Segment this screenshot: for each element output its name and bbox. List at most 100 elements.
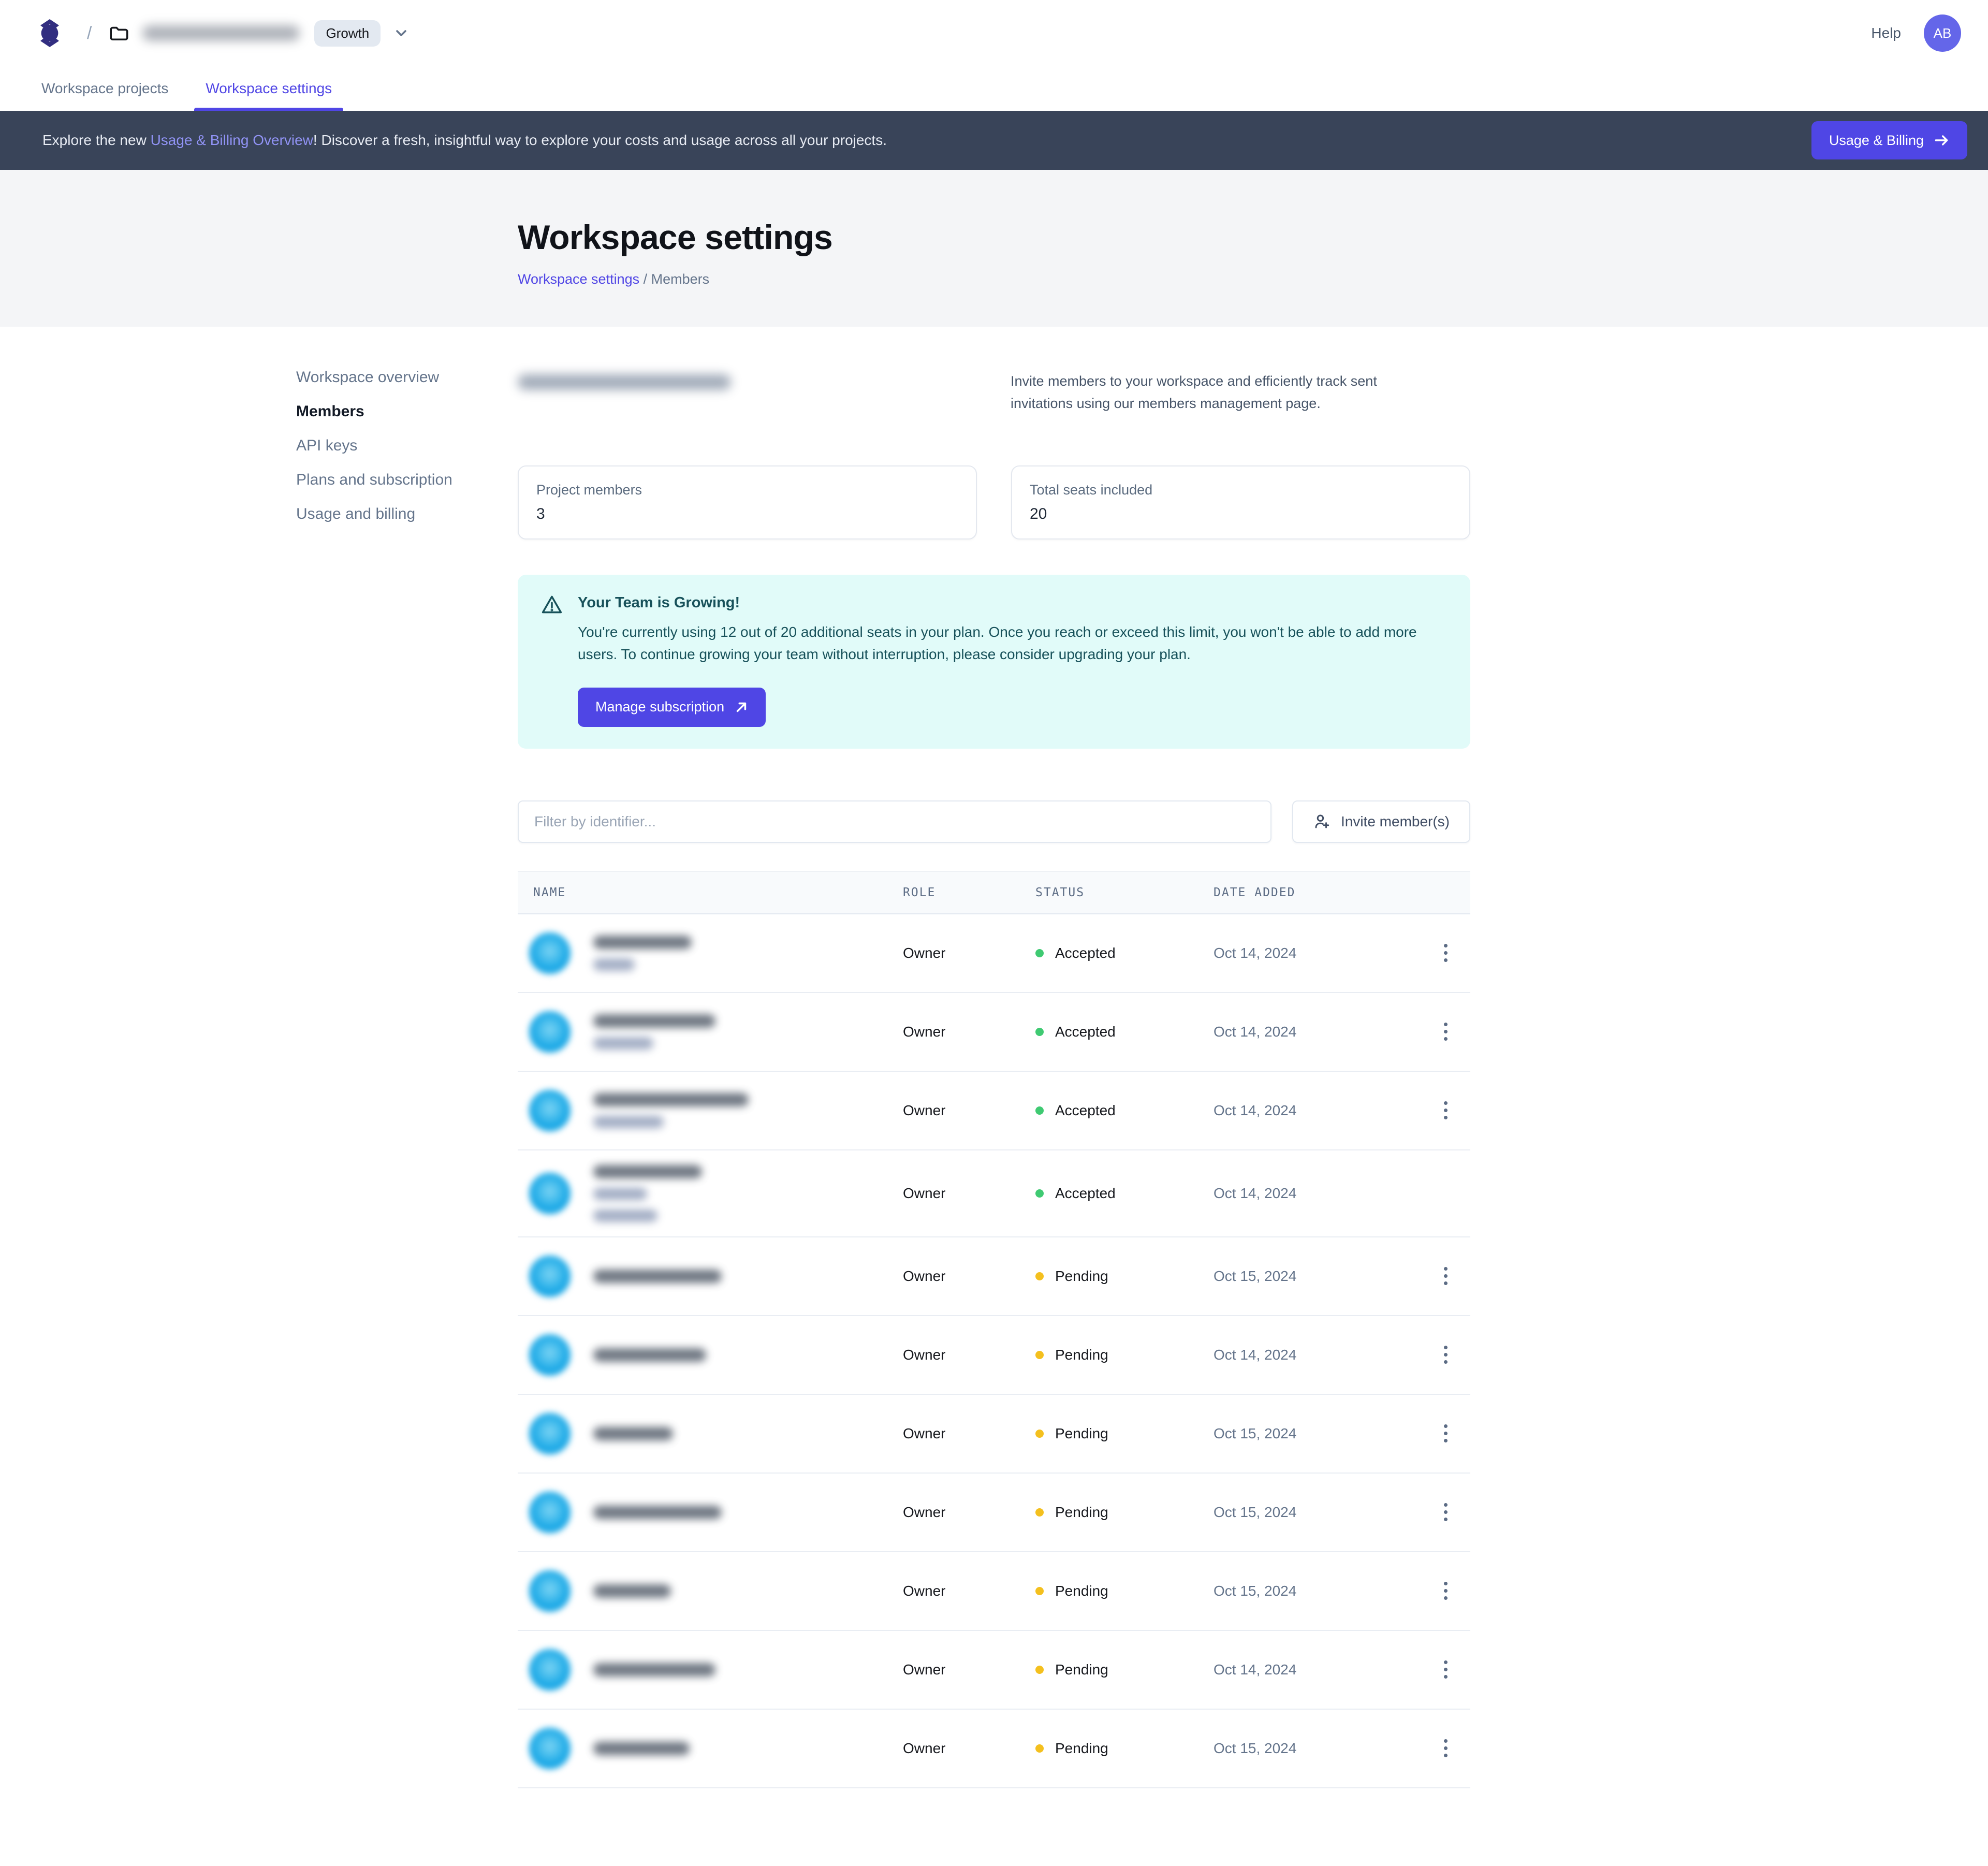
member-email-redacted (593, 1014, 715, 1028)
row-actions-menu-icon[interactable] (1438, 938, 1454, 968)
column-header-status: STATUS (1035, 886, 1214, 899)
filter-input[interactable] (518, 800, 1271, 843)
sidebar-item-api-keys[interactable]: API keys (296, 436, 498, 455)
member-name-cell (518, 1649, 903, 1690)
member-avatar (529, 1649, 571, 1690)
member-username-redacted (593, 1209, 657, 1222)
member-username-redacted (593, 1037, 653, 1049)
usage-billing-button-label: Usage & Billing (1829, 133, 1924, 149)
member-status: Pending (1035, 1268, 1214, 1285)
row-actions-menu-icon[interactable] (1438, 1418, 1454, 1449)
member-role: Owner (903, 1347, 1035, 1363)
user-avatar[interactable]: AB (1924, 14, 1961, 52)
table-row: OwnerPendingOct 14, 2024 (518, 1631, 1470, 1710)
usage-billing-button[interactable]: Usage & Billing (1811, 121, 1967, 159)
member-name-cell (518, 1165, 903, 1222)
folder-icon (108, 22, 130, 44)
workspace-tabs: Workspace projects Workspace settings (0, 66, 1988, 111)
row-actions-menu-icon[interactable] (1438, 1339, 1454, 1370)
member-status: Pending (1035, 1583, 1214, 1599)
member-email-redacted (593, 1663, 715, 1677)
status-dot-accepted (1035, 1189, 1044, 1198)
chevron-down-icon[interactable] (393, 25, 410, 41)
member-email-redacted (593, 1584, 671, 1598)
member-email-redacted (593, 1506, 722, 1519)
status-label: Pending (1055, 1661, 1108, 1678)
row-actions-menu-icon[interactable] (1438, 1497, 1454, 1527)
member-email-redacted (593, 1427, 673, 1440)
member-email-redacted (593, 1742, 690, 1755)
stat-label: Total seats included (1030, 482, 1452, 498)
banner-text: Explore the new Usage & Billing Overview… (42, 132, 887, 149)
sidebar-item-members[interactable]: Members (296, 402, 498, 421)
members-section-title-redacted (518, 374, 731, 390)
status-dot-accepted (1035, 1106, 1044, 1115)
breadcrumb-workspace-settings-link[interactable]: Workspace settings (518, 271, 639, 287)
breadcrumb-separator: / (644, 271, 651, 287)
sidebar-item-workspace-overview[interactable]: Workspace overview (296, 368, 498, 387)
tab-workspace-settings[interactable]: Workspace settings (206, 66, 332, 111)
top-navbar: / Growth Help AB (0, 0, 1988, 66)
table-row: OwnerPendingOct 15, 2024 (518, 1474, 1470, 1552)
sidebar-item-plans-and-subscription[interactable]: Plans and subscription (296, 471, 498, 489)
invite-members-button[interactable]: Invite member(s) (1292, 800, 1470, 843)
table-row: OwnerPendingOct 14, 2024 (518, 1316, 1470, 1395)
table-row: OwnerPendingOct 15, 2024 (518, 1395, 1470, 1474)
member-avatar (529, 1492, 571, 1533)
status-dot-accepted (1035, 949, 1044, 957)
member-avatar (529, 1256, 571, 1297)
member-name-cell (518, 1728, 903, 1769)
settings-sidebar: Workspace overview Members API keys Plans a… (296, 368, 498, 523)
stat-value: 20 (1030, 505, 1452, 523)
help-link[interactable]: Help (1871, 25, 1901, 41)
row-actions-menu-icon[interactable] (1438, 1016, 1454, 1047)
member-avatar (529, 1728, 571, 1769)
sidebar-item-usage-and-billing[interactable]: Usage and billing (296, 505, 498, 523)
status-label: Pending (1055, 1740, 1108, 1757)
members-table-body: OwnerAcceptedOct 14, 2024OwnerAcceptedOc… (518, 914, 1470, 1788)
table-row: OwnerPendingOct 15, 2024 (518, 1710, 1470, 1788)
member-avatar (529, 1570, 571, 1612)
member-role: Owner (903, 1504, 1035, 1521)
member-avatar (529, 1413, 571, 1454)
banner-link[interactable]: Usage & Billing Overview (151, 132, 313, 148)
arrow-right-icon (1933, 132, 1950, 149)
row-actions-menu-icon[interactable] (1438, 1095, 1454, 1126)
column-header-date-added: DATE ADDED (1214, 886, 1470, 899)
members-table-header: NAMEROLESTATUSDATE ADDED (518, 871, 1470, 914)
stat-label: Project members (536, 482, 958, 498)
member-role: Owner (903, 1425, 1035, 1442)
hero-section: Workspace settings Workspace settings / … (0, 170, 1988, 327)
member-name-cell (518, 1334, 903, 1376)
row-actions-menu-icon[interactable] (1438, 1576, 1454, 1606)
member-status: Pending (1035, 1347, 1214, 1363)
member-name-cell (518, 1413, 903, 1454)
status-dot-pending (1035, 1744, 1044, 1753)
tab-workspace-projects[interactable]: Workspace projects (41, 66, 168, 111)
status-label: Accepted (1055, 945, 1116, 961)
workspace-name-redacted[interactable] (142, 25, 300, 41)
arrow-up-right-icon (735, 701, 748, 714)
member-name-cell (518, 1090, 903, 1131)
member-status: Pending (1035, 1740, 1214, 1757)
status-label: Pending (1055, 1583, 1108, 1599)
member-stats: Project members 3 Total seats included 2… (518, 465, 1470, 540)
manage-subscription-label: Manage subscription (595, 699, 724, 715)
member-email-redacted (593, 1270, 722, 1283)
row-actions-menu-icon[interactable] (1438, 1733, 1454, 1763)
banner-text-prefix: Explore the new (42, 132, 151, 148)
breadcrumb: Workspace settings / Members (518, 271, 1470, 287)
member-date-added: Oct 14, 2024 (1214, 1185, 1421, 1202)
row-actions-menu-icon[interactable] (1438, 1654, 1454, 1685)
app-logo-icon[interactable] (31, 14, 68, 52)
warning-icon (540, 593, 563, 616)
column-header-name: NAME (518, 886, 903, 899)
status-dot-pending (1035, 1587, 1044, 1595)
status-dot-accepted (1035, 1028, 1044, 1036)
status-label: Pending (1055, 1347, 1108, 1363)
member-role: Owner (903, 1024, 1035, 1040)
member-username-redacted (593, 1116, 664, 1128)
manage-subscription-button[interactable]: Manage subscription (578, 688, 766, 727)
row-actions-menu-icon[interactable] (1438, 1261, 1454, 1291)
status-label: Accepted (1055, 1102, 1116, 1119)
